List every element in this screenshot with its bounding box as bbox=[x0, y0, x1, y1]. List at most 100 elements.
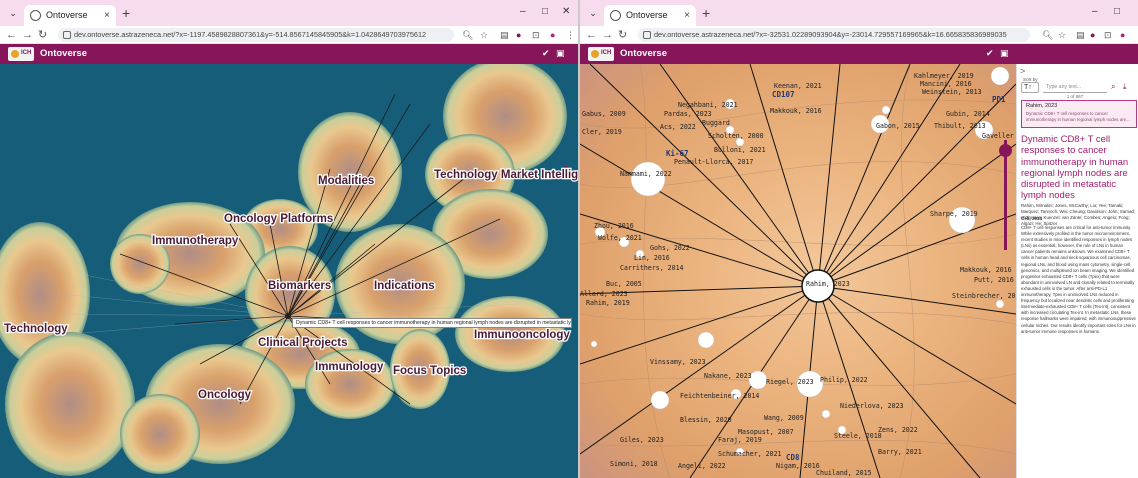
search-icon[interactable]: ⌕ bbox=[1111, 82, 1115, 92]
sort-select[interactable]: T↑ bbox=[1021, 82, 1039, 93]
tab-search-icon[interactable]: ⌄ bbox=[586, 7, 600, 19]
paper-label[interactable]: Niederlova, 2023 bbox=[840, 402, 904, 410]
reload-icon[interactable]: ↻ bbox=[38, 29, 47, 41]
site-info-icon[interactable] bbox=[63, 31, 71, 39]
paper-label[interactable]: Thibult, 2013 bbox=[934, 122, 986, 130]
search-input[interactable]: Type any text... bbox=[1043, 82, 1107, 93]
cluster-map[interactable]: Technology Market Intelligence Modalitie… bbox=[0, 64, 578, 478]
paper-label[interactable]: Kahlmeyer, 2019 bbox=[914, 72, 974, 80]
paper-label[interactable]: Simoni, 2018 bbox=[610, 460, 658, 468]
paper-label[interactable]: Rahim, 2019 bbox=[586, 299, 630, 307]
maximize-button[interactable]: □ bbox=[542, 6, 548, 17]
cluster-label[interactable]: Focus Topics bbox=[392, 364, 468, 379]
cluster-label[interactable]: Technology Market Intelligence bbox=[433, 168, 578, 183]
reading-list-icon[interactable]: ▤ bbox=[500, 29, 509, 41]
forward-icon[interactable]: → bbox=[602, 29, 613, 41]
close-tab-icon[interactable]: × bbox=[104, 5, 110, 26]
extension-icon[interactable]: ● bbox=[516, 29, 521, 41]
paper-label[interactable]: Penault-Llorca, 2017 bbox=[674, 158, 753, 166]
paper-label[interactable]: Blessin, 2020 bbox=[680, 416, 732, 424]
tab-ontoverse[interactable]: Ontoverse × bbox=[604, 5, 696, 26]
back-icon[interactable]: ← bbox=[6, 29, 17, 41]
reload-icon[interactable]: ↻ bbox=[618, 29, 627, 41]
paper-label[interactable]: Wolfe, 2021 bbox=[598, 234, 642, 242]
paper-label[interactable]: Buggard bbox=[702, 119, 730, 127]
paper-label[interactable]: Sharpe, 2019 bbox=[930, 210, 978, 218]
reading-list-icon[interactable]: ▤ bbox=[1076, 29, 1085, 41]
paper-label[interactable]: Weinstein, 2013 bbox=[922, 88, 982, 96]
paper-label[interactable]: Riegel, 2023 bbox=[766, 378, 814, 386]
paper-label[interactable]: Gaveller bbox=[982, 132, 1014, 140]
paper-label[interactable]: Mancini, 2016 bbox=[920, 80, 972, 88]
paper-label[interactable]: Gabus, 2009 bbox=[582, 110, 626, 118]
back-icon[interactable]: ← bbox=[586, 29, 597, 41]
cluster-label[interactable]: Technology bbox=[3, 322, 70, 337]
paper-label[interactable]: Angeli, 2022 bbox=[678, 462, 726, 470]
concept-label[interactable]: PD1 bbox=[992, 95, 1006, 104]
close-tab-icon[interactable]: × bbox=[684, 5, 690, 26]
panel-toggle-icon[interactable]: ▣ bbox=[1000, 48, 1009, 59]
paper-label[interactable]: Giles, 2023 bbox=[620, 436, 664, 444]
forward-icon[interactable]: → bbox=[22, 29, 33, 41]
paper-label[interactable]: Negahbani, 2021 bbox=[678, 101, 738, 109]
check-icon[interactable]: ✔ bbox=[542, 48, 550, 59]
extension-icon[interactable]: ● bbox=[1090, 29, 1095, 41]
paper-label[interactable]: Feichtenbeiner, 2014 bbox=[680, 392, 759, 400]
paper-label[interactable]: Vinssamy, 2023 bbox=[650, 358, 706, 366]
cluster-label[interactable]: Immunotherapy bbox=[151, 234, 240, 249]
paper-label[interactable]: Gohs, 2022 bbox=[650, 244, 690, 252]
download-icon[interactable]: ⤓ bbox=[1123, 82, 1127, 92]
paper-label[interactable]: Faraj, 2019 bbox=[718, 436, 762, 444]
cluster-label[interactable]: Oncology Platforms bbox=[223, 212, 335, 227]
paper-label[interactable]: Steinbrecher, 2020 bbox=[952, 292, 1016, 300]
bookmark-star-icon[interactable]: ☆ bbox=[1058, 29, 1066, 41]
paper-label[interactable]: Keenan, 2021 bbox=[774, 82, 822, 90]
paper-label[interactable]: Cler, 2019 bbox=[582, 128, 622, 136]
paper-label[interactable]: Zens, 2022 bbox=[878, 426, 918, 434]
paper-label[interactable]: Scholten, 2000 bbox=[708, 132, 764, 140]
paper-label[interactable]: Rahim, 2023 bbox=[806, 280, 850, 288]
paper-label[interactable]: Chuiland, 2015 bbox=[816, 469, 872, 477]
menu-icon[interactable]: ⋮ bbox=[566, 29, 575, 41]
cluster-label[interactable]: Immunology bbox=[314, 360, 385, 375]
search-icon[interactable]: 🔍︎ bbox=[1042, 29, 1053, 41]
zoom-slider-handle[interactable] bbox=[999, 144, 1012, 157]
profile-icon[interactable]: ● bbox=[1120, 29, 1125, 41]
new-tab-button[interactable]: + bbox=[122, 5, 130, 21]
paper-label[interactable]: Wang, 2009 bbox=[764, 414, 804, 422]
paper-label[interactable]: Lin, 2016 bbox=[634, 254, 670, 262]
paper-label[interactable]: Gabon, 2015 bbox=[876, 122, 920, 130]
address-bar[interactable]: dev.ontoverse.astrazeneca.net/?x=-32531.… bbox=[638, 28, 1030, 42]
zoomed-map[interactable]: CD107 Ki-67 PD1 CD8 Keenan, 2021 Kahlmey… bbox=[580, 64, 1016, 478]
paper-label[interactable]: Acs, 2022 bbox=[660, 123, 696, 131]
close-window-button[interactable]: ✕ bbox=[562, 6, 570, 17]
paper-label[interactable]: Carrithers, 2014 bbox=[620, 264, 684, 272]
cluster-label[interactable]: Biomarkers bbox=[267, 279, 333, 294]
paper-label[interactable]: Zhou, 2016 bbox=[594, 222, 634, 230]
paper-label[interactable]: Buc, 2005 bbox=[606, 280, 642, 288]
concept-label[interactable]: CD107 bbox=[772, 90, 795, 99]
panel-toggle-icon[interactable]: ▣ bbox=[556, 48, 565, 59]
puzzle-icon[interactable]: ⊡ bbox=[532, 29, 540, 41]
collapse-panel-icon[interactable]: > bbox=[1020, 66, 1025, 76]
profile-icon[interactable]: ● bbox=[550, 29, 555, 41]
selected-paper-marker[interactable] bbox=[285, 313, 291, 319]
concept-label[interactable]: Ki-67 bbox=[666, 149, 689, 158]
check-icon[interactable]: ✔ bbox=[986, 48, 994, 59]
address-bar[interactable]: dev.ontoverse.astrazeneca.net/?x=-1197.4… bbox=[58, 28, 454, 42]
minimize-button[interactable]: – bbox=[1092, 6, 1098, 17]
paper-label[interactable]: Putt, 2016 bbox=[974, 276, 1014, 284]
paper-label[interactable]: Makkouk, 2016 bbox=[770, 107, 822, 115]
paper-label[interactable]: Nakane, 2023 bbox=[704, 372, 752, 380]
cluster-label[interactable]: Immunooncology bbox=[473, 328, 572, 343]
cluster-label[interactable]: Modalities bbox=[317, 174, 376, 189]
paper-label[interactable]: Pardas, 2023 bbox=[664, 110, 712, 118]
maximize-button[interactable]: □ bbox=[1114, 6, 1120, 17]
paper-label[interactable]: Barry, 2021 bbox=[878, 448, 922, 456]
site-info-icon[interactable] bbox=[643, 31, 651, 39]
paper-label[interactable]: Allard, 2023 bbox=[580, 290, 628, 298]
tab-search-icon[interactable]: ⌄ bbox=[6, 7, 20, 19]
paper-label[interactable]: Gubin, 2014 bbox=[946, 110, 990, 118]
paper-label[interactable]: Bolloni, 2021 bbox=[714, 146, 766, 154]
new-tab-button[interactable]: + bbox=[702, 5, 710, 21]
